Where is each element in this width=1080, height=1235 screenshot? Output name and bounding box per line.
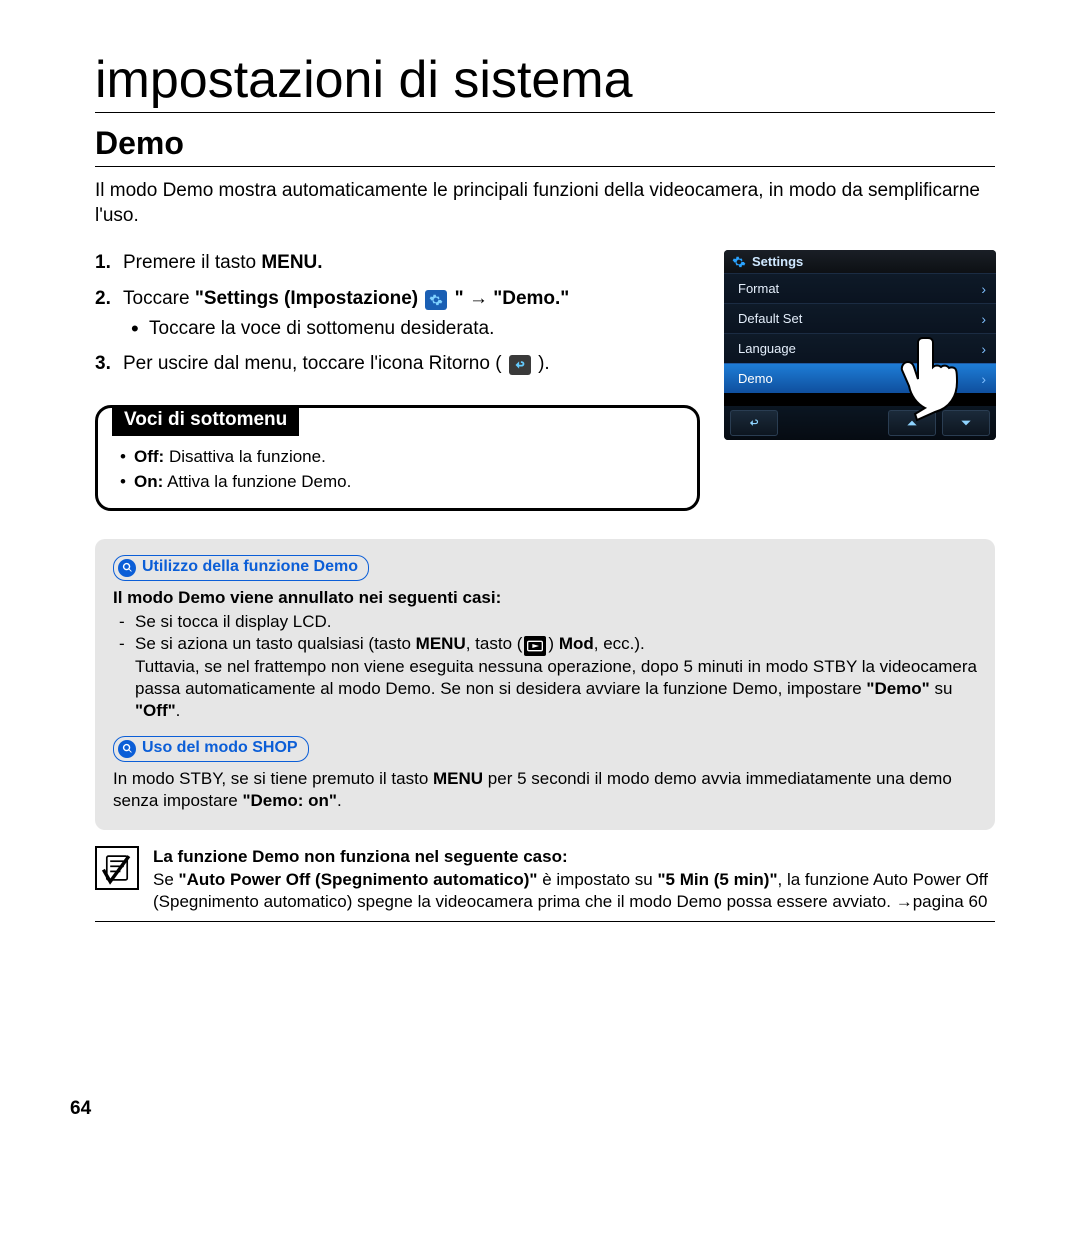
screen-row-label: Default Set [738,311,802,326]
note-panel: Utilizzo della funzione Demo Il modo Dem… [95,539,995,830]
submenu-off-label: Off: [134,447,164,466]
gear-icon [425,290,447,310]
submenu-tab: Voci di sottomenu [112,405,299,436]
step-1: Premere il tasto MENU. [95,250,700,276]
step-2: Toccare "Settings (Impostazione) " → "De… [95,286,700,341]
steps-column: Premere il tasto MENU. Toccare "Settings… [95,250,700,511]
step-2-bold-a: "Settings (Impostazione) [195,288,424,309]
note-shop-text: In modo STBY, se si tiene premuto il tas… [113,768,977,812]
warning-heading: La funzione Demo non funziona nel seguen… [153,847,568,866]
t: Tuttavia, se nel frattempo non viene ese… [135,657,977,698]
step-2-sub: Toccare la voce di sottomenu desiderata. [123,316,700,342]
submenu-box: Voci di sottomenu Off: Disattiva la funz… [95,405,700,511]
t: . [337,791,342,810]
t: su [930,679,953,698]
screenshot-column: Settings Format› Default Set› Language› … [724,250,1004,440]
submenu-item-on: On: Attiva la funzione Demo. [116,470,679,495]
step-3: Per uscire dal menu, toccare l'icona Rit… [95,351,700,377]
note-dash-2: Se si aziona un tasto qualsiasi (tasto M… [113,633,977,656]
t: "Demo: on" [242,791,337,810]
t: , ecc.). [594,634,645,653]
note-pill-label: Uso del modo SHOP [142,738,298,759]
gear-icon [732,255,746,269]
note-icon [95,846,139,890]
screen-row-label: Demo [738,371,773,386]
back-button[interactable] [730,410,778,436]
t: , tasto ( [466,634,523,653]
camcorder-screen: Settings Format› Default Set› Language› … [724,250,996,440]
chevron-right-icon: › [981,281,986,297]
note-dash-2-cont: Tuttavia, se nel frattempo non viene ese… [113,656,977,722]
t: "Off" [135,701,176,720]
intro-paragraph: Il modo Demo mostra automaticamente le p… [95,179,995,228]
t: "5 Min (5 min)" [658,870,778,889]
screen-row-format[interactable]: Format › [724,273,996,303]
screen-row-default-set[interactable]: Default Set › [724,303,996,333]
down-button[interactable] [942,410,990,436]
screen-header: Settings [724,250,996,273]
step-3-post: ). [533,353,550,374]
submenu-on-text: Attiva la funzione Demo. [163,472,351,491]
note-heading: Il modo Demo viene annullato nei seguent… [113,588,501,607]
t: è impostato su [537,870,657,889]
chapter-title: impostazioni di sistema [95,50,995,113]
submenu-on-label: On: [134,472,163,491]
screen-row-label: Language [738,341,796,356]
warning-row: La funzione Demo non funziona nel seguen… [95,846,995,912]
t: Se si aziona un tasto qualsiasi (tasto [135,634,416,653]
t: ) [548,634,558,653]
note-pill-demo: Utilizzo della funzione Demo [113,555,369,581]
screen-row-label: Format [738,281,779,296]
t: MENU [433,769,483,788]
divider [95,166,995,167]
t: "Demo" [866,679,929,698]
chevron-right-icon: › [981,341,986,357]
screen-row-demo[interactable]: Demo › [724,363,996,393]
t: Mod [559,634,594,653]
chevron-right-icon: › [981,311,986,327]
t: In modo STBY, se si tiene premuto il tas… [113,769,433,788]
t: "Auto Power Off (Spegnimento automatico)… [179,870,538,889]
up-button[interactable] [888,410,936,436]
page-number: 64 [70,1098,91,1120]
screen-header-text: Settings [752,254,803,269]
step-1-bold: MENU. [261,252,322,273]
return-icon [509,355,531,375]
mode-icon [524,636,546,656]
submenu-item-off: Off: Disattiva la funzione. [116,445,679,470]
step-1-text: Premere il tasto [123,252,261,273]
manual-page: impostazioni di sistema Demo Il modo Dem… [0,0,1080,962]
submenu-off-text: Disattiva la funzione. [164,447,326,466]
t: Se [153,870,179,889]
screen-row-language[interactable]: Language › [724,333,996,363]
screen-footer [724,406,996,440]
step-3-pre: Per uscire dal menu, toccare l'icona Rit… [123,353,507,374]
step-2-pre: Toccare [123,288,195,309]
divider [95,921,995,922]
t: . [176,701,181,720]
note-pill-label: Utilizzo della funzione Demo [142,557,358,578]
note-pill-shop: Uso del modo SHOP [113,736,309,762]
note-dash-1: Se si tocca il display LCD. [113,611,977,633]
section-title: Demo [95,125,995,162]
chevron-right-icon: › [981,371,986,387]
magnifier-icon [118,740,136,758]
warning-dash-1: Se "Auto Power Off (Spegnimento automati… [153,869,995,913]
step-2-bold-b: " → "Demo." [449,288,569,309]
magnifier-icon [118,559,136,577]
t: MENU [416,634,466,653]
